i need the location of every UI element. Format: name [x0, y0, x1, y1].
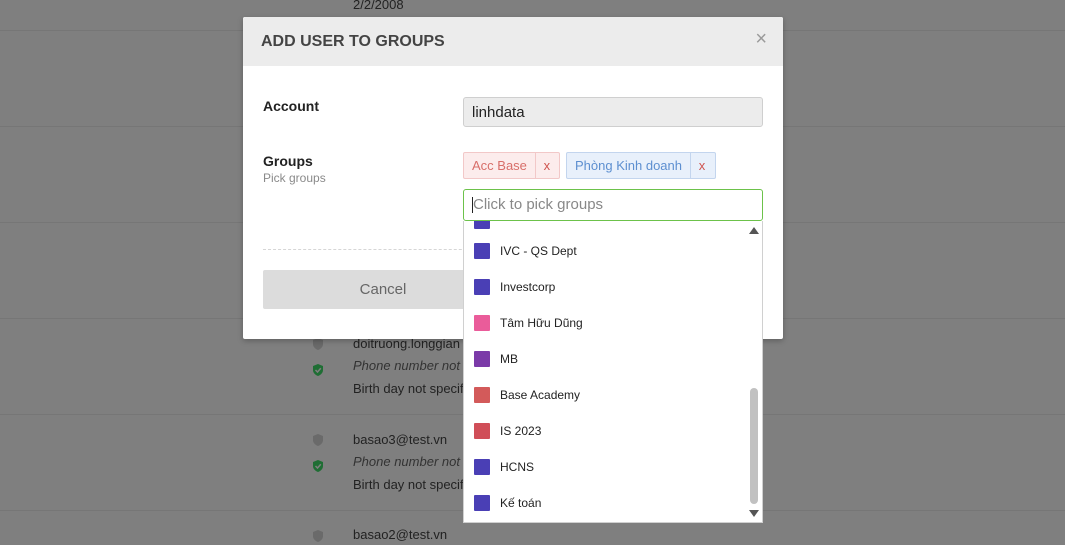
- dropdown-option[interactable]: IVC - QS Dept: [464, 233, 748, 269]
- tag-label: Phòng Kinh doanh: [575, 158, 682, 173]
- dropdown-option[interactable]: Tâm Hữu Dũng: [464, 305, 748, 341]
- groups-label: Groups: [263, 153, 313, 169]
- dropdown-option[interactable]: Kế toán: [464, 485, 748, 521]
- shield-icon: [313, 434, 323, 446]
- tag-label: Acc Base: [472, 158, 527, 173]
- bg-date: 2/2/2008: [353, 0, 404, 12]
- bg-birthday: Birth day not specifi: [353, 477, 467, 492]
- color-swatch: [474, 279, 490, 295]
- pick-groups-input[interactable]: Click to pick groups: [463, 189, 763, 221]
- verified-shield-icon: [313, 364, 323, 376]
- bg-username: basao2@test.vn: [353, 527, 448, 542]
- dropdown-option[interactable]: MB: [464, 341, 748, 377]
- dropdown-option-label: IVC - QS Dept: [500, 244, 577, 258]
- color-swatch: [474, 459, 490, 475]
- dropdown-option[interactable]: IS 2023: [464, 413, 748, 449]
- dropdown-option-label: Tâm Hữu Dũng: [500, 316, 583, 330]
- selected-group-tag: Phòng Kinh doanh x: [566, 152, 716, 179]
- scrollbar-thumb[interactable]: [750, 388, 758, 504]
- dropdown-option-label: IS 2023: [500, 424, 542, 438]
- bg-username: basao3@test.vn: [353, 432, 448, 447]
- close-icon[interactable]: ×: [755, 29, 767, 49]
- dropdown-option-label: MB: [500, 352, 518, 366]
- modal-header: ADD USER TO GROUPS ×: [243, 17, 783, 66]
- color-swatch: [474, 315, 490, 331]
- scroll-up-arrow-icon[interactable]: [749, 227, 759, 234]
- shield-icon: [313, 338, 323, 350]
- color-swatch: [474, 243, 490, 259]
- remove-tag-button[interactable]: x: [689, 153, 713, 178]
- account-field[interactable]: linhdata: [463, 97, 763, 127]
- dropdown-option-label: Base Academy: [500, 388, 581, 402]
- color-swatch: [474, 495, 490, 511]
- color-swatch: [474, 387, 490, 403]
- dropdown-option[interactable]: Base Academy: [464, 377, 748, 413]
- groups-dropdown[interactable]: IVC - QS Dept Investcorp Tâm Hữu Dũng MB Bas…: [463, 221, 763, 523]
- verified-shield-icon: [313, 460, 323, 472]
- account-label: Account: [263, 98, 319, 114]
- dropdown-option[interactable]: HCNS: [464, 449, 748, 485]
- dropdown-option[interactable]: Investcorp: [464, 269, 748, 305]
- dropdown-option-label: Kế toán: [500, 496, 542, 510]
- bg-birthday: Birth day not specifi: [353, 381, 467, 396]
- color-swatch: [474, 221, 490, 229]
- bg-phone: Phone number not s: [353, 358, 471, 373]
- remove-tag-button[interactable]: x: [534, 153, 558, 178]
- groups-sublabel: Pick groups: [263, 171, 326, 185]
- selected-group-tag: Acc Base x: [463, 152, 560, 179]
- bg-phone: Phone number not s: [353, 454, 471, 469]
- scroll-down-arrow-icon[interactable]: [749, 510, 759, 517]
- shield-icon: [313, 530, 323, 542]
- color-swatch: [474, 423, 490, 439]
- color-swatch: [474, 351, 490, 367]
- dropdown-option-label: HCNS: [500, 460, 535, 474]
- dropdown-option-label: Investcorp: [500, 280, 556, 294]
- pick-groups-placeholder: Click to pick groups: [473, 196, 604, 213]
- modal-title: ADD USER TO GROUPS: [261, 33, 445, 50]
